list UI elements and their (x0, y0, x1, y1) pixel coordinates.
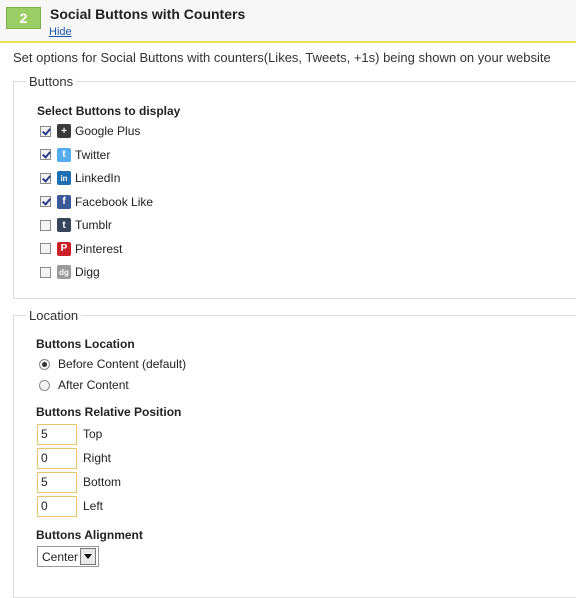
location-option-label: Before Content (default) (58, 357, 187, 371)
button-option-label: Twitter (75, 147, 111, 162)
location-option-label: After Content (58, 378, 129, 392)
button-option-checkbox[interactable] (40, 196, 51, 207)
twitter-icon: t (57, 147, 71, 162)
alignment-heading: Buttons Alignment (36, 528, 143, 542)
location-option-row[interactable]: Before Content (default) (39, 355, 186, 373)
position-row-bottom: Bottom (37, 471, 121, 493)
button-option-label: LinkedIn (75, 171, 121, 185)
buttons-legend: Buttons (29, 74, 74, 89)
position-row-right: Right (37, 447, 111, 469)
button-option-row[interactable]: P Pinterest (40, 240, 122, 258)
location-radio[interactable] (39, 379, 50, 391)
position-bottom-input[interactable] (37, 471, 77, 493)
position-right-input[interactable] (37, 447, 77, 469)
location-legend: Location (29, 308, 79, 323)
button-option-label: Google Plus (75, 124, 141, 138)
button-option-row[interactable]: in LinkedIn (40, 169, 120, 187)
alignment-value: Center (42, 549, 79, 564)
position-row-top: Top (37, 423, 102, 445)
tumblr-icon: t (57, 218, 71, 232)
button-option-row[interactable]: f Facebook Like (40, 193, 153, 211)
position-left-label: Left (83, 499, 104, 513)
step-badge: 2 (6, 7, 41, 29)
button-option-row[interactable]: dg Digg (40, 263, 100, 281)
position-right-label: Right (83, 451, 112, 465)
button-option-checkbox[interactable] (40, 266, 51, 278)
button-option-row[interactable]: t Twitter (40, 146, 110, 164)
position-row-left: Left (37, 495, 103, 517)
section-description: Set options for Social Buttons with coun… (13, 50, 551, 65)
section-title: Social Buttons with Counters (50, 6, 246, 22)
button-option-checkbox[interactable] (40, 219, 51, 231)
position-left-input[interactable] (37, 495, 77, 517)
select-buttons-heading: Select Buttons to display (37, 104, 181, 118)
pinterest-icon: P (57, 241, 71, 256)
location-radio[interactable] (39, 358, 50, 370)
chevron-down-icon[interactable] (80, 548, 96, 565)
alignment-select[interactable]: Center (37, 546, 99, 567)
button-option-checkbox[interactable] (40, 125, 51, 137)
facebook-icon: f (57, 194, 71, 209)
button-option-label: Facebook Like (75, 194, 154, 209)
position-top-label: Top (83, 427, 103, 441)
digg-icon: dg (57, 265, 71, 279)
hide-link[interactable]: Hide (49, 26, 72, 38)
position-bottom-label: Bottom (83, 475, 122, 489)
section-header: 2 Social Buttons with Counters Hide (0, 0, 576, 43)
button-option-label: Digg (75, 265, 100, 279)
button-option-label: Tumblr (75, 218, 112, 232)
button-option-row[interactable]: t Tumblr (40, 216, 112, 234)
button-option-label: Pinterest (75, 241, 123, 256)
google-plus-icon: + (57, 124, 71, 138)
button-option-row[interactable]: + Google Plus (40, 122, 140, 140)
linkedin-icon: in (57, 171, 71, 185)
buttons-location-heading: Buttons Location (36, 337, 135, 351)
button-option-checkbox[interactable] (40, 172, 51, 184)
button-option-checkbox[interactable] (40, 149, 51, 160)
button-option-checkbox[interactable] (40, 243, 51, 254)
location-option-row[interactable]: After Content (39, 376, 129, 394)
position-top-input[interactable] (37, 423, 77, 445)
relative-position-heading: Buttons Relative Position (36, 405, 182, 419)
